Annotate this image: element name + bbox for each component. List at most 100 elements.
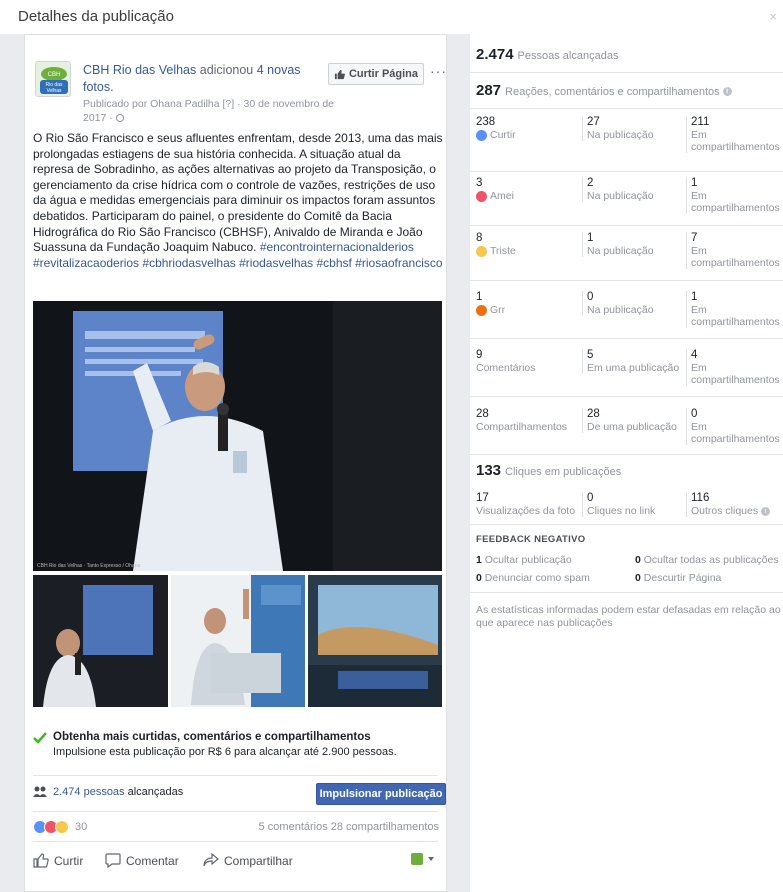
post-photo-3[interactable]: [171, 575, 305, 707]
unlike-page-stat: 0 Descurtir Página: [635, 572, 721, 584]
photo-credit: CBH Rio das Velhas · Tanto Expresso / Oh…: [37, 563, 141, 569]
stat-on-shares-label-2: compartilhamentos: [691, 257, 780, 269]
stat-on-post-value: 5: [587, 349, 594, 361]
stat-total-value: 1: [476, 291, 483, 303]
added-text: adicionou: [196, 63, 257, 77]
info-icon[interactable]: i: [722, 86, 732, 96]
divider: [470, 454, 783, 455]
stat-on-post-value: 2: [587, 177, 594, 189]
unlike-page-value: 0: [635, 572, 641, 584]
reach-count-link[interactable]: 2.474 pessoas: [53, 786, 125, 798]
boost-post-button[interactable]: Impulsionar publicação: [316, 783, 446, 805]
stat-on-shares: 211 Em compartilhamentos: [686, 116, 783, 153]
hide-post-label: Ocultar publicação: [484, 554, 572, 566]
love-icon: [476, 190, 487, 202]
like-page-button[interactable]: Curtir Página: [328, 63, 424, 85]
post-photo-2[interactable]: [33, 575, 168, 707]
page-name-link[interactable]: CBH Rio das Velhas: [83, 63, 196, 77]
chevron-down-icon: [428, 857, 434, 861]
share-action-button[interactable]: Compartilhar: [203, 853, 293, 868]
comment-action-button[interactable]: Comentar: [105, 853, 179, 868]
like-page-label: Curtir Página: [348, 68, 419, 80]
page-thumb-icon: [411, 853, 423, 865]
photos-link-continued[interactable]: fotos.: [83, 80, 114, 94]
close-icon[interactable]: ×: [769, 9, 777, 24]
report-spam-stat: 0 Denunciar como spam: [476, 572, 590, 584]
globe-icon: [115, 114, 124, 123]
svg-text:Velhas: Velhas: [46, 88, 62, 94]
dialog-header: Detalhes da publicação ×: [0, 0, 783, 36]
post-photo-4[interactable]: [308, 575, 442, 707]
stat-total: 3 Amei: [476, 177, 576, 202]
hide-all-value: 0: [635, 554, 641, 566]
divider: [33, 841, 438, 842]
stat-on-shares-value: 0: [691, 408, 698, 420]
stat-on-shares-label-1: Em: [691, 129, 707, 141]
other-clicks-value: 116: [691, 492, 710, 504]
divider: [470, 338, 783, 339]
people-reached-label: Pessoas alcançadas: [517, 50, 619, 62]
photo-views-label: Visualizações da foto: [476, 505, 576, 517]
other-clicks: 116 Outros cliques i: [686, 492, 783, 517]
divider: [33, 775, 438, 776]
post-title-line: CBH Rio das Velhas adicionou 4 novas: [83, 63, 301, 77]
link-clicks-label: Cliques no link: [587, 505, 656, 517]
photo-views-value: 17: [476, 492, 489, 504]
stat-on-shares-label-2: compartilhamentos: [691, 316, 780, 328]
unlike-page-label: Descurtir Página: [643, 572, 722, 584]
divider: [470, 108, 783, 109]
stat-row-sad: 8 Triste 1 Na publicação 7 Em compartilh…: [470, 232, 783, 290]
more-options-icon[interactable]: ···: [430, 63, 447, 79]
stat-total: 28 Compartilhamentos: [476, 408, 576, 433]
stat-on-shares: 0 Em compartilhamentos: [686, 408, 783, 445]
people-icon: [33, 786, 47, 797]
stat-on-shares-label-1: Em: [691, 304, 707, 316]
post-preview-area: CBH Rio das Velhas CBH Rio das Velhas ad…: [0, 34, 470, 892]
stat-on-shares-label-2: compartilhamentos: [691, 374, 780, 386]
post-photo-main[interactable]: CBH Rio das Velhas · Tanto Expresso / Oh…: [33, 301, 442, 571]
stat-on-shares: 1 Em compartilhamentos: [686, 291, 783, 328]
stat-label: Comentários: [476, 362, 536, 374]
reactions-count[interactable]: 30: [75, 821, 87, 833]
engagement-label: Reações, comentários e compartilhamentos: [505, 86, 720, 98]
stat-total: 1 Grr: [476, 291, 576, 316]
stat-on-post-value: 27: [587, 116, 600, 128]
stat-total-value: 238: [476, 116, 496, 128]
divider: [470, 225, 783, 226]
post-as-selector[interactable]: [411, 853, 434, 865]
like-action-button[interactable]: Curtir: [33, 853, 83, 868]
stat-label: Amei: [490, 190, 514, 202]
hide-post-value: 1: [476, 554, 482, 566]
stat-on-post-label: Na publicação: [587, 129, 654, 141]
divider: [470, 171, 783, 172]
svg-text:CBH: CBH: [48, 72, 61, 78]
stat-on-post-value: 0: [587, 291, 594, 303]
sad-icon: [476, 245, 487, 257]
stat-on-shares-value: 1: [691, 291, 698, 303]
divider: [470, 396, 783, 397]
comments-shares-count[interactable]: 5 comentários 28 compartilhamentos: [259, 821, 439, 833]
share-action-label: Compartilhar: [224, 853, 293, 868]
engagement-value: 287: [476, 82, 502, 99]
stat-total-value: 3: [476, 177, 483, 189]
photos-link[interactable]: 4 novas: [257, 63, 301, 77]
stat-total: 9 Comentários: [476, 349, 576, 374]
stat-row-like: 238 Curtir 27 Na publicação 211 Em compa…: [470, 116, 783, 174]
stat-on-shares-label-1: Em: [691, 421, 707, 433]
stat-on-post-label: Na publicação: [587, 304, 654, 316]
published-by: Publicado por Ohana Padilha [?] · 30 de …: [83, 98, 335, 110]
stat-on-post: 28 De uma publicação: [582, 408, 682, 433]
divider: [470, 524, 783, 525]
stat-total-value: 9: [476, 349, 483, 361]
info-icon[interactable]: i: [761, 506, 771, 516]
divider: [33, 811, 438, 812]
stat-on-shares-label-2: compartilhamentos: [691, 433, 780, 445]
boost-subtitle: Impulsione esta publicação por R$ 6 para…: [53, 746, 397, 758]
page-avatar[interactable]: CBH Rio das Velhas: [35, 61, 71, 97]
divider: [470, 72, 783, 73]
people-reached-value: 2.474: [476, 46, 514, 63]
thumbs-up-icon: [33, 853, 49, 868]
sad-reaction-icon[interactable]: [55, 820, 69, 834]
stat-on-shares-label-2: compartilhamentos: [691, 141, 780, 153]
stat-on-shares-label-2: compartilhamentos: [691, 202, 780, 214]
